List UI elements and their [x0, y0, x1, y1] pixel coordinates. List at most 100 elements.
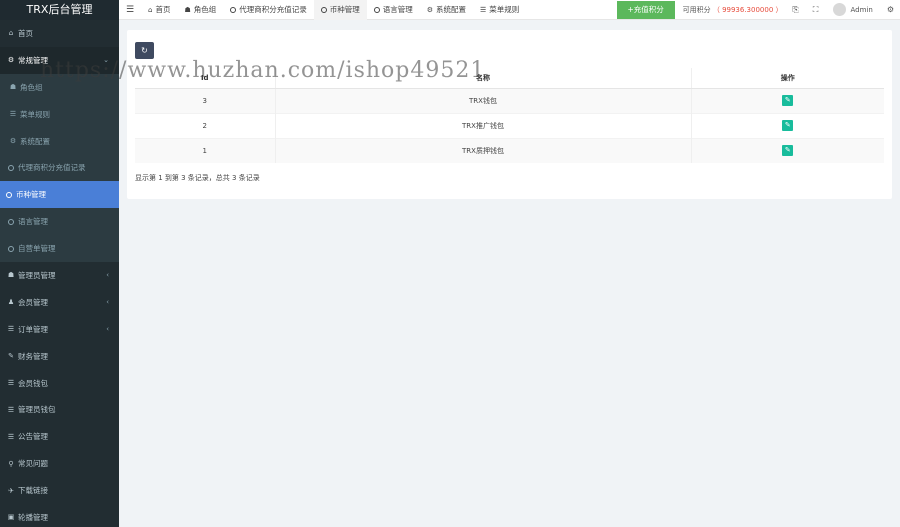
- fullscreen-icon[interactable]: ⛶: [809, 5, 823, 15]
- app-logo[interactable]: TRX后台管理: [0, 0, 119, 20]
- tab-label: 语言管理: [382, 5, 413, 14]
- cell-id: 3: [135, 87, 276, 113]
- cell-actions: ✎: [691, 87, 884, 113]
- sidebar-item-label: 会员钱包: [18, 378, 48, 388]
- sidebar-item[interactable]: ♟ 会员管理 ‹: [0, 288, 119, 316]
- circle-icon: [8, 245, 14, 252]
- sidebar-item[interactable]: ⚙ 系统配置: [0, 127, 119, 155]
- column-header-actions: 操作: [691, 68, 884, 89]
- avatar[interactable]: [832, 3, 846, 16]
- sidebar-item[interactable]: ✈ 下载链接: [0, 477, 119, 505]
- tab-item[interactable]: ⚙ 系统配置: [420, 0, 473, 20]
- list-icon: ☰: [7, 379, 15, 388]
- sidebar-item[interactable]: ⚙ 常规管理 ⌄: [0, 46, 119, 74]
- sidebar-item-label: 代理商积分充值记录: [18, 163, 86, 173]
- points-value: （ 99936.300000 ）: [712, 5, 783, 14]
- sidebar-item-label: 角色组: [20, 82, 43, 92]
- tab-label: 首页: [155, 5, 171, 14]
- sidebar-item-label: 自营单管理: [18, 244, 56, 254]
- sidebar-item-label: 系统配置: [20, 136, 50, 146]
- tab-label: 系统配置: [436, 5, 467, 14]
- menu-toggle-icon[interactable]: ☰: [119, 5, 141, 15]
- sidebar-item[interactable]: ☗ 角色组: [0, 73, 119, 101]
- circle-icon: [230, 6, 237, 13]
- sidebar-item-label: 轮播管理: [18, 512, 48, 522]
- circle-icon: [6, 191, 12, 198]
- sidebar-item[interactable]: 币种管理: [0, 181, 119, 209]
- edit-icon: ✎: [8, 352, 14, 361]
- refresh-button[interactable]: ↻: [135, 42, 154, 59]
- gear-icon: ⚙: [9, 137, 17, 145]
- recharge-button[interactable]: +充值积分: [616, 0, 675, 19]
- sidebar-item-label: 公告管理: [18, 432, 48, 442]
- user-name[interactable]: Admin: [851, 6, 873, 14]
- sidebar-item-label: 管理员钱包: [18, 405, 56, 415]
- edit-icon[interactable]: ✎: [782, 95, 794, 106]
- list-icon: ☰: [480, 5, 487, 14]
- tab-label: 角色组: [193, 5, 217, 14]
- gear-icon: ⚙: [426, 5, 434, 14]
- sidebar-item[interactable]: ✎ 财务管理: [0, 342, 119, 370]
- tab-item[interactable]: ☗ 角色组: [177, 0, 223, 20]
- settings-gear-icon[interactable]: ⚙: [887, 5, 894, 14]
- dashboard-icon: ⌂: [148, 5, 153, 14]
- top-header: ☰ ⌂ 首页 ☗ 角色组 代理商积分充值记录 币种管理 语言管理 ⚙ 系统配置 ☰ 菜单规则 +充值…: [119, 0, 900, 20]
- tab-item[interactable]: 代理商积分充值记录: [223, 0, 314, 20]
- user-icon: ♟: [7, 298, 15, 307]
- dashboard-icon: ⌂: [8, 29, 14, 38]
- sidebar-item-label: 币种管理: [16, 190, 46, 200]
- list-icon: ☰: [7, 432, 15, 441]
- sidebar-item[interactable]: ☰ 管理员钱包: [0, 396, 119, 424]
- tab-label: 菜单规则: [489, 5, 520, 14]
- cell-actions: ✎: [691, 112, 884, 138]
- table-row: 1 TRX质押钱包 ✎: [135, 137, 884, 163]
- users-icon: ☗: [7, 271, 15, 280]
- tab-item[interactable]: ☰ 菜单规则: [473, 0, 526, 20]
- clear-cache-icon[interactable]: ⎘: [789, 5, 803, 15]
- pagination-info: 显示第 1 到第 3 条记录，总共 3 条记录: [135, 174, 260, 182]
- group-icon: ☗: [9, 83, 17, 92]
- tab-item[interactable]: 币种管理: [313, 0, 367, 20]
- sidebar-item-label: 常规管理: [18, 55, 48, 65]
- sidebar-item[interactable]: ☰ 会员钱包: [0, 369, 119, 397]
- sidebar-item[interactable]: 代理商积分充值记录: [0, 154, 119, 182]
- column-header-id[interactable]: Id: [135, 68, 276, 89]
- currency-table: Id 名称 操作 3 TRX钱包 ✎ 2 TRX推广钱包 ✎ 1 TRX质押钱包 ✎: [135, 68, 884, 163]
- list-icon: ☰: [9, 110, 17, 119]
- sidebar-item-label: 管理员管理: [18, 270, 56, 280]
- search-icon: ⚲: [8, 459, 14, 468]
- sidebar-item-label: 菜单规则: [20, 109, 50, 119]
- sidebar-item-label: 财务管理: [18, 351, 48, 361]
- chevron-left-icon: ‹: [106, 325, 109, 334]
- edit-icon[interactable]: ✎: [782, 120, 794, 131]
- sidebar-item[interactable]: ☗ 管理员管理 ‹: [0, 262, 119, 289]
- sidebar-item-label: 下载链接: [18, 486, 48, 496]
- chevron-left-icon: ‹: [106, 298, 109, 307]
- sidebar-item[interactable]: ⚲ 常见问题: [0, 450, 119, 478]
- sidebar-item[interactable]: ☰ 订单管理 ‹: [0, 315, 119, 343]
- cogs-icon: ⚙: [7, 56, 15, 65]
- table-row: 3 TRX钱包 ✎: [135, 87, 884, 113]
- chevron-left-icon: ‹: [106, 271, 109, 280]
- sidebar-item[interactable]: ☰ 公告管理: [0, 423, 119, 451]
- tab-item[interactable]: 语言管理: [367, 0, 420, 20]
- sidebar-item-label: 订单管理: [18, 324, 48, 334]
- sidebar-item[interactable]: 自营单管理: [0, 235, 119, 263]
- content-panel: ↻ Id 名称 操作 3 TRX钱包 ✎ 2 TRX推广钱包 ✎ 1 TRX质押钱包 ✎ 显示第…: [127, 30, 892, 199]
- table-body: 3 TRX钱包 ✎ 2 TRX推广钱包 ✎ 1 TRX质押钱包 ✎: [135, 87, 884, 163]
- plane-icon: ✈: [8, 486, 14, 495]
- sidebar: TRX后台管理 ⌂ 首页 ⚙ 常规管理 ⌄ ☗ 角色组 ☰ 菜单规则 ⚙ 系统配置 代理商积分充值记录…: [0, 0, 119, 527]
- sidebar-item[interactable]: ▣ 轮播管理: [0, 504, 119, 527]
- column-header-name[interactable]: 名称: [275, 68, 692, 89]
- circle-icon: [373, 6, 380, 13]
- sidebar-item[interactable]: ☰ 菜单规则: [0, 100, 119, 128]
- sidebar-nav: ⌂ 首页 ⚙ 常规管理 ⌄ ☗ 角色组 ☰ 菜单规则 ⚙ 系统配置 代理商积分充值记录 币种管理 语言管理…: [0, 20, 119, 527]
- image-icon: ▣: [7, 513, 15, 522]
- tab-item[interactable]: ⌂ 首页: [141, 0, 177, 20]
- table-row: 2 TRX推广钱包 ✎: [135, 112, 884, 138]
- sidebar-item[interactable]: ⌂ 首页: [0, 20, 119, 47]
- sidebar-item-label: 常见问题: [18, 459, 48, 469]
- edit-icon[interactable]: ✎: [782, 145, 794, 157]
- cell-id: 2: [135, 112, 276, 138]
- sidebar-item[interactable]: 语言管理: [0, 208, 119, 236]
